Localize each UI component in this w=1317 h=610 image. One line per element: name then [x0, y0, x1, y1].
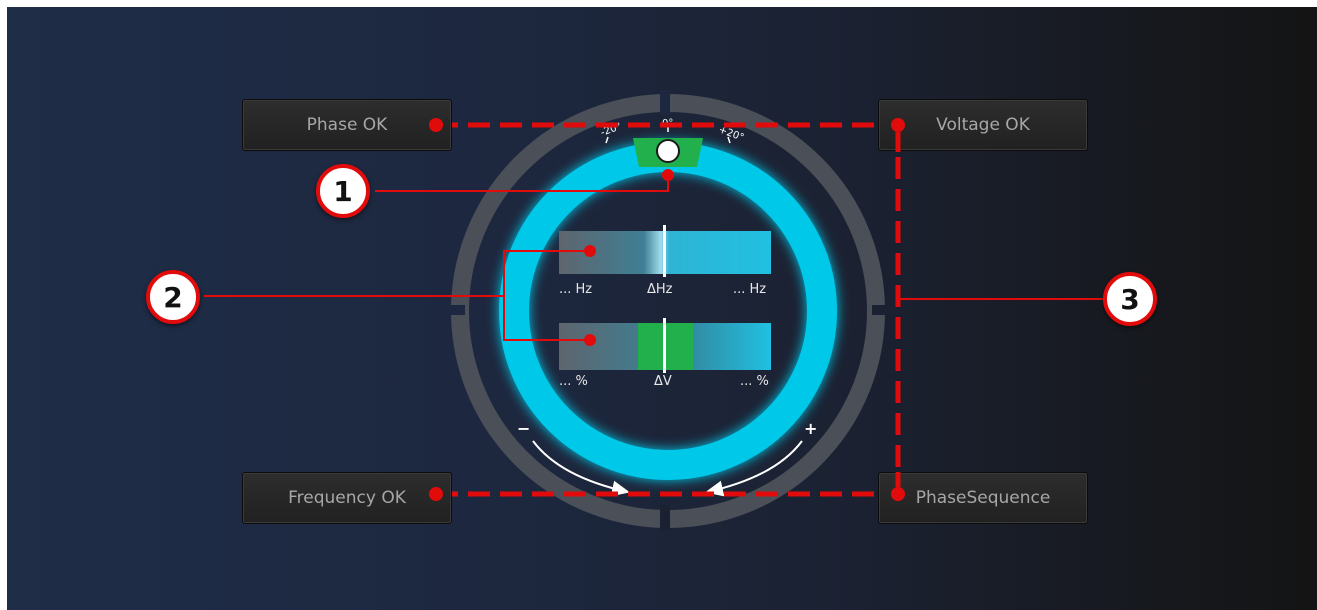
- frequency-ok-button[interactable]: Frequency OK: [242, 472, 452, 524]
- voltage-ok-button[interactable]: Voltage OK: [878, 99, 1088, 151]
- frequency-delta-label: ΔHz: [647, 282, 673, 297]
- callout-1: 1: [316, 164, 370, 218]
- voltage-min-label: ... %: [559, 374, 588, 389]
- phase-ok-button[interactable]: Phase OK: [242, 99, 452, 151]
- callout-2: 2: [146, 270, 200, 324]
- frequency-needle: [663, 225, 666, 277]
- frequency-min-label: ... Hz: [559, 282, 593, 297]
- phase-ring: [499, 142, 837, 480]
- callout-3: 3: [1103, 272, 1157, 326]
- minus-sign: −: [517, 419, 530, 438]
- voltage-max-label: ... %: [740, 374, 769, 389]
- voltage-needle: [663, 318, 666, 373]
- voltage-delta-label: ΔV: [654, 374, 672, 389]
- frequency-max-label: ... Hz: [733, 282, 767, 297]
- phase-indicator[interactable]: [656, 139, 680, 163]
- phase-sequence-button[interactable]: PhaseSequence: [878, 472, 1088, 524]
- plus-sign: +: [804, 419, 817, 438]
